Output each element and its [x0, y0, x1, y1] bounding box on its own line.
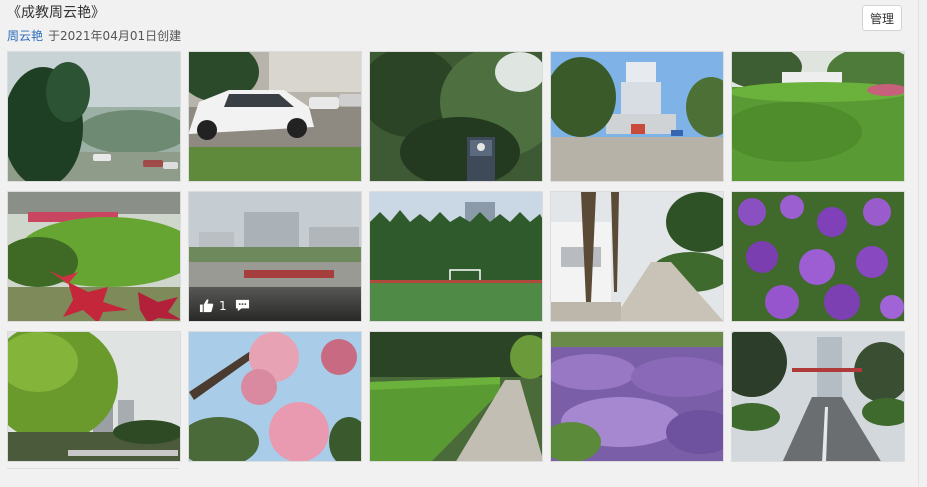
- photo-image: [551, 192, 723, 321]
- album-title: 《成教周云艳》: [7, 5, 105, 21]
- photo-image: [732, 192, 904, 321]
- photo-thumbnail[interactable]: [188, 331, 362, 462]
- photo-thumbnail[interactable]: [550, 191, 724, 322]
- photo-thumbnail[interactable]: [369, 191, 543, 322]
- photo-grid: 1: [7, 51, 905, 462]
- photo-thumbnail[interactable]: [550, 51, 724, 182]
- photo-thumbnail[interactable]: [731, 191, 905, 322]
- album-header: 《成教周云艳》 周云艳 于2021年04月01日创建: [7, 4, 181, 44]
- thumbs-up-icon: [199, 299, 214, 313]
- manage-button[interactable]: 管理: [862, 5, 902, 31]
- photo-image: [8, 192, 180, 321]
- photo-image: [732, 332, 904, 461]
- photo-thumbnail[interactable]: [369, 51, 543, 182]
- photo-image: [370, 192, 542, 321]
- album-meta: 周云艳 于2021年04月01日创建: [7, 28, 181, 44]
- photo-image: [8, 52, 180, 181]
- photo-thumbnail[interactable]: [188, 51, 362, 182]
- photo-stats-overlay: 1: [189, 285, 361, 321]
- author-link[interactable]: 周云艳: [7, 29, 43, 43]
- photo-thumbnail[interactable]: [731, 331, 905, 462]
- photo-image: [551, 52, 723, 181]
- like-count: 1: [219, 298, 227, 313]
- photo-thumbnail[interactable]: [731, 51, 905, 182]
- comment-icon: [235, 299, 249, 312]
- divider: [7, 468, 179, 469]
- scrollbar[interactable]: [918, 0, 927, 487]
- like-button[interactable]: 1: [199, 298, 227, 313]
- photo-thumbnail[interactable]: [7, 331, 181, 462]
- photo-image: [189, 332, 361, 461]
- photo-thumbnail[interactable]: [7, 51, 181, 182]
- photo-thumbnail[interactable]: [550, 331, 724, 462]
- comment-button[interactable]: [235, 298, 250, 313]
- photo-thumbnail[interactable]: [369, 331, 543, 462]
- created-date: 于2021年04月01日创建: [48, 29, 182, 43]
- photo-thumbnail[interactable]: 1: [188, 191, 362, 322]
- photo-image: [551, 332, 723, 461]
- photo-image: [370, 52, 542, 181]
- photo-image: [370, 332, 542, 461]
- photo-thumbnail[interactable]: [7, 191, 181, 322]
- photo-image: [8, 332, 180, 461]
- photo-image: [732, 52, 904, 181]
- photo-image: [189, 52, 361, 181]
